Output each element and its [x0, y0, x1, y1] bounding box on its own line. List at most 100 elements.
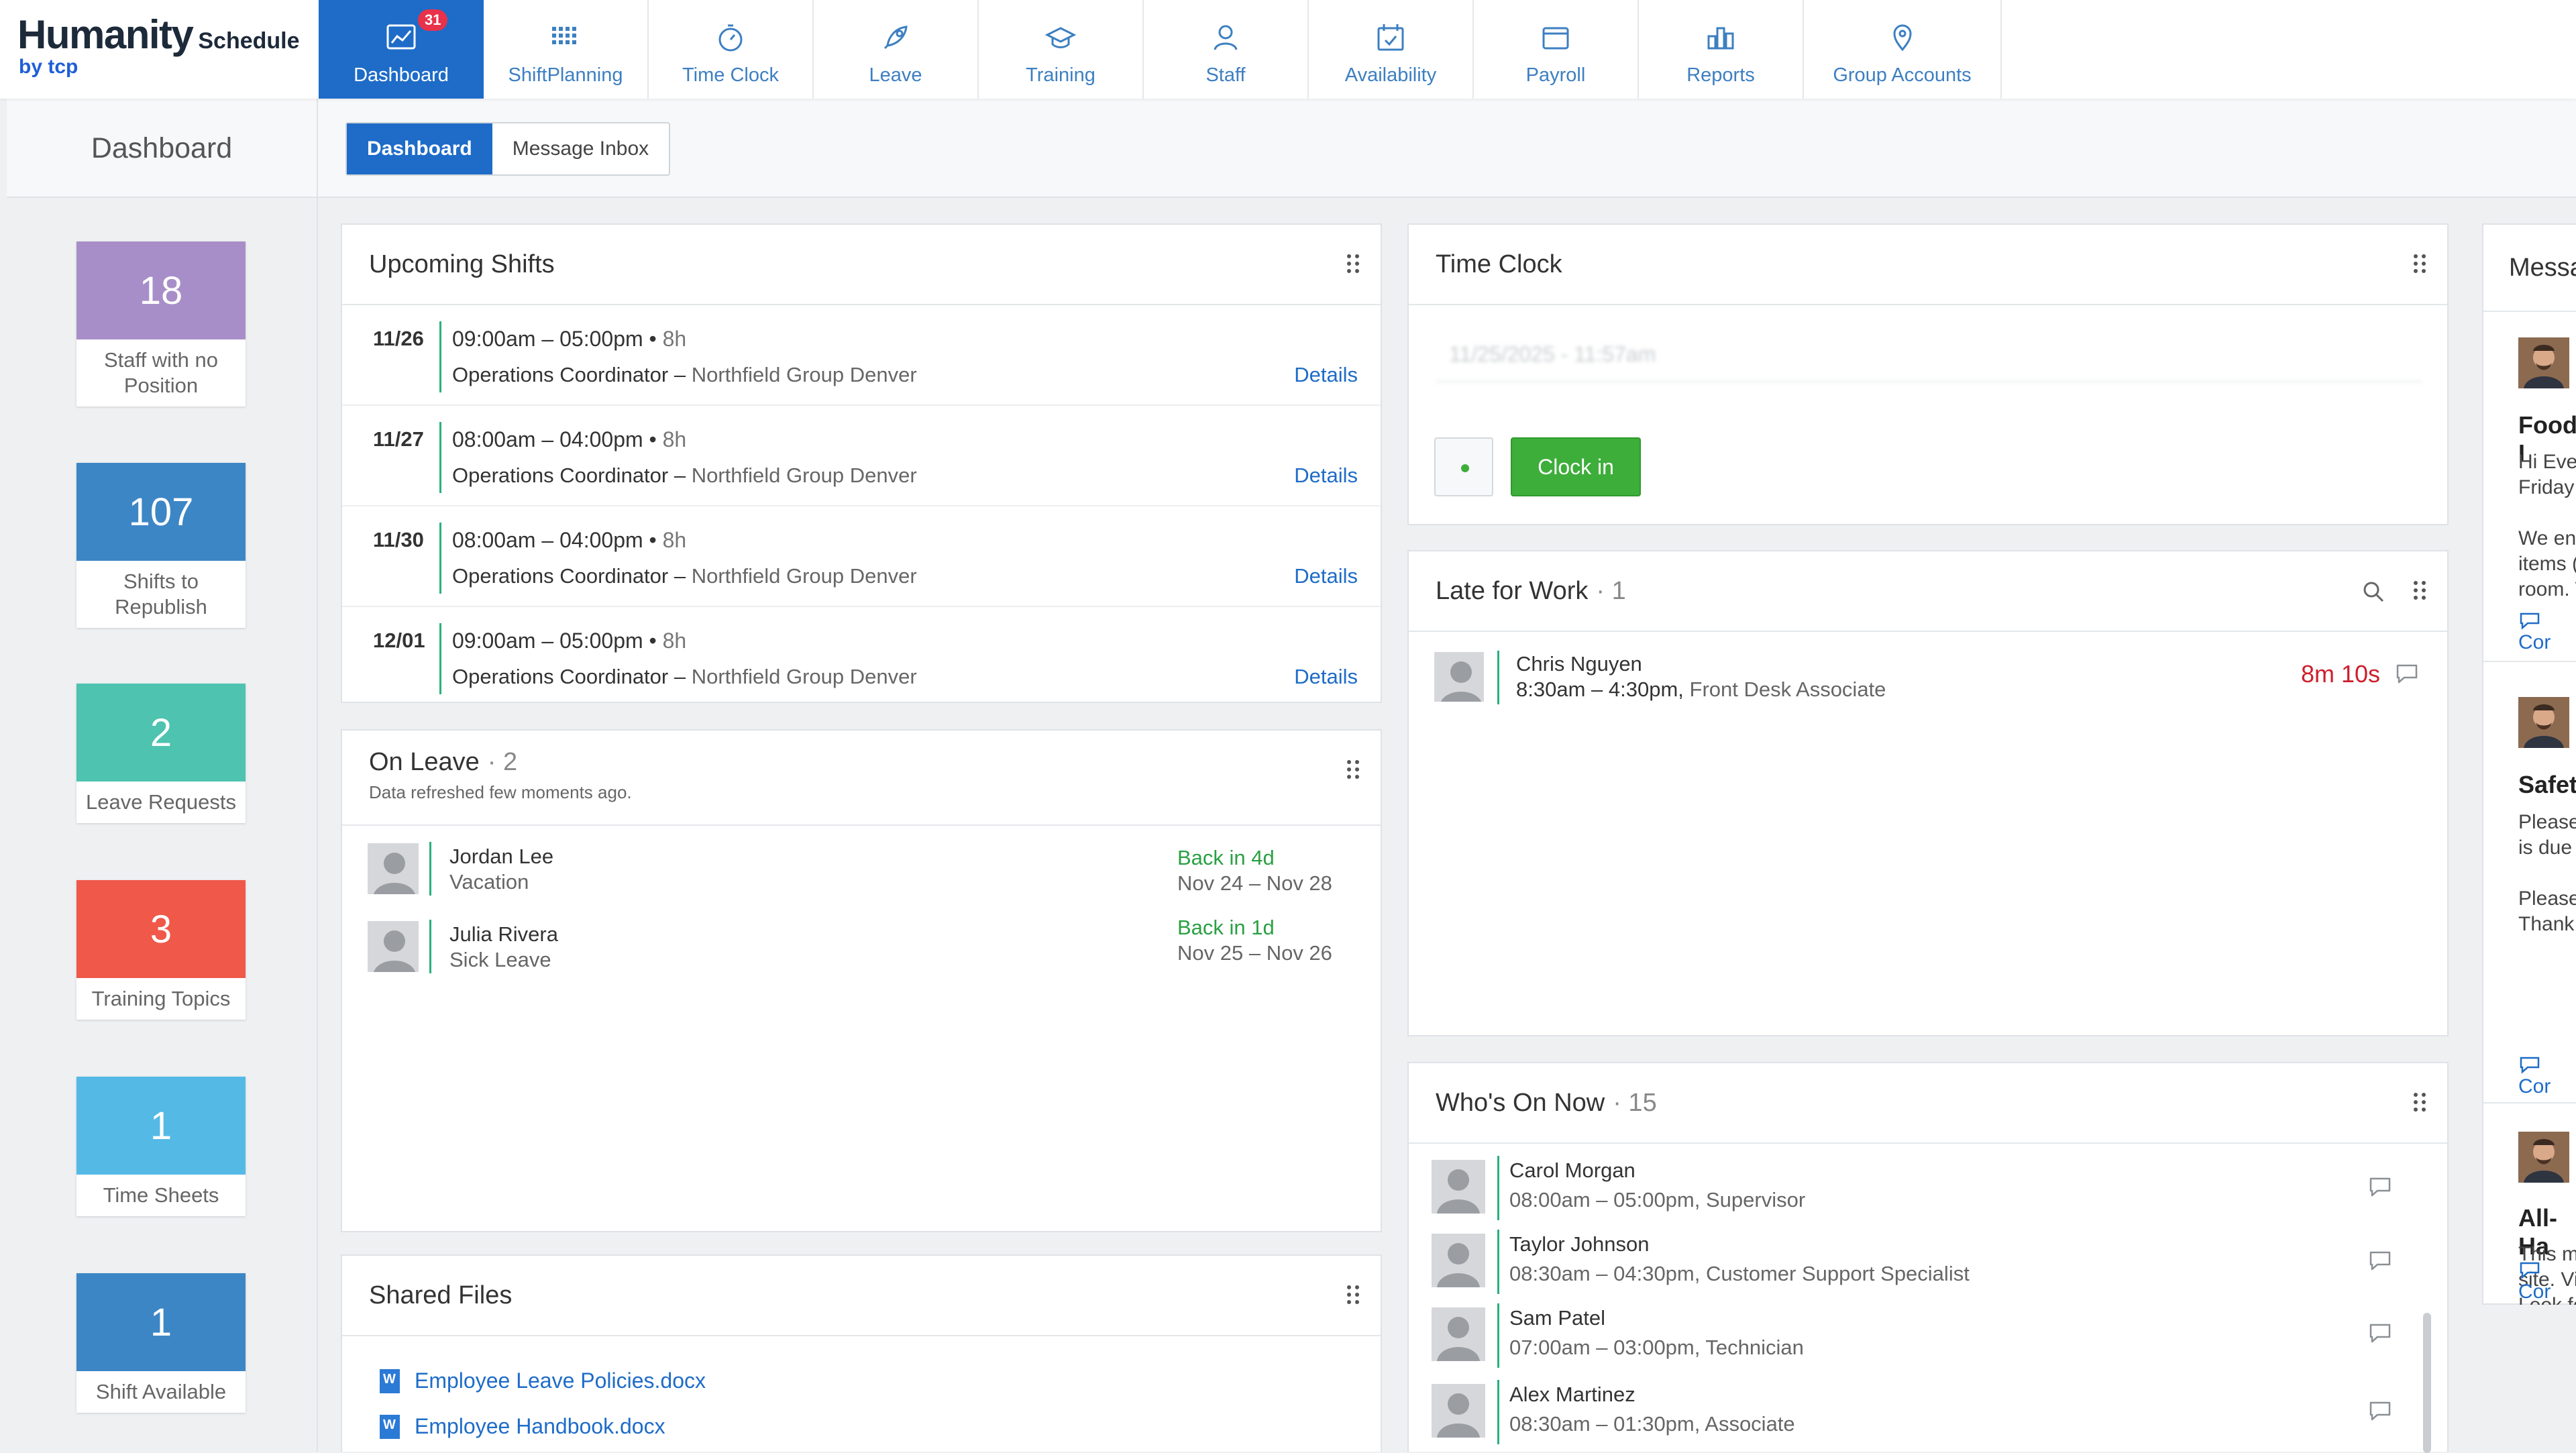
tab-label: Staff: [1205, 64, 1246, 86]
drag-handle-icon[interactable]: [2414, 1093, 2427, 1113]
stat-time-sheets[interactable]: 1 Time Sheets: [76, 1077, 246, 1216]
panel-header: Time Clock: [1409, 225, 2447, 305]
message-line: Please: [2518, 811, 2576, 833]
shift-position: Operations Coordinator: [452, 363, 669, 386]
details-link[interactable]: Details: [1294, 665, 1358, 689]
tab-payroll[interactable]: Payroll: [1474, 0, 1639, 99]
notification-badge: 31: [418, 9, 448, 31]
row-divider: [1497, 1230, 1499, 1294]
chat-bubble-icon[interactable]: [2367, 1399, 2394, 1423]
drag-handle-icon[interactable]: [2414, 581, 2427, 601]
tab-label: Training: [1026, 64, 1095, 86]
stat-label: Time Sheets: [103, 1183, 219, 1207]
tab-group-accounts[interactable]: Group Accounts: [1804, 0, 2002, 99]
stat-label: Shifts to Republish: [115, 570, 207, 618]
message-list: Food I Hi Ever Friday t We end items ( r…: [2483, 312, 2576, 1305]
brand-logo[interactable]: Humanity Schedule by tcp: [0, 0, 319, 99]
comment-link[interactable]: Cor: [2518, 1258, 2576, 1303]
row-divider: [1497, 1380, 1499, 1444]
person-shift: 08:30am – 04:30pm, Customer Support Spec…: [1509, 1262, 1970, 1285]
chat-bubble-icon[interactable]: [2367, 1175, 2394, 1199]
drag-handle-icon[interactable]: [2414, 254, 2427, 274]
shift-duration: 8h: [662, 327, 687, 351]
comment-link[interactable]: Cor: [2518, 608, 2576, 654]
tab-leave[interactable]: Leave: [814, 0, 979, 99]
shift-row: 11/30 08:00am – 04:00pm • 8h Operations …: [342, 506, 1381, 607]
message-line: Hi Ever: [2518, 451, 2576, 473]
shift-time: 08:00am – 04:00pm • 8h: [452, 528, 687, 552]
tab-label: Time Clock: [682, 64, 779, 86]
clock-in-button[interactable]: Clock in: [1511, 437, 1641, 496]
search-icon[interactable]: [2361, 580, 2385, 604]
tab-dashboard[interactable]: 31 Dashboard: [319, 0, 484, 99]
late-for-work-panel: Late for Work · 1 Chris Nguyen 8:30am – 4…: [1407, 550, 2449, 1036]
subheader-tabs: Dashboard Message Inbox: [345, 122, 671, 176]
chat-bubble-icon[interactable]: [2394, 661, 2420, 686]
row-divider: [429, 842, 431, 896]
message-line: is due l: [2518, 837, 2576, 859]
shared-files-panel: Shared Files Employee Leave Policies.doc…: [341, 1254, 1382, 1452]
stat-leave-requests[interactable]: 2 Leave Requests: [76, 684, 246, 823]
message-title[interactable]: Safety: [2518, 771, 2576, 799]
tab-label: Reports: [1686, 64, 1755, 86]
shift-location: Northfield Group Denver: [691, 464, 917, 487]
message-line: We end: [2518, 527, 2576, 549]
drag-handle-icon[interactable]: [1347, 254, 1360, 274]
panel-count: · 2: [487, 748, 518, 776]
tab-availability[interactable]: Availability: [1309, 0, 1474, 99]
stat-training-topics[interactable]: 3 Training Topics: [76, 880, 246, 1020]
panel-header: Late for Work · 1: [1409, 551, 2447, 632]
comment-icon: [2518, 611, 2541, 630]
late-duration: 8m 10s: [2301, 660, 2381, 688]
tab-time-clock[interactable]: Time Clock: [649, 0, 814, 99]
subtab-message-inbox[interactable]: Message Inbox: [492, 123, 669, 174]
chat-bubble-icon[interactable]: [2367, 1248, 2394, 1273]
stat-staff-no-position[interactable]: 18 Staff with no Position: [76, 241, 246, 407]
tab-label: Leave: [869, 64, 922, 86]
leave-name: Julia Rivera: [449, 922, 558, 946]
tab-shiftplanning[interactable]: ShiftPlanning: [484, 0, 649, 99]
stat-shifts-to-republish[interactable]: 107 Shifts to Republish: [76, 463, 246, 628]
wallet-icon: [1536, 17, 1576, 58]
drag-handle-icon[interactable]: [1347, 760, 1360, 780]
shift-time-range: 08:00am – 04:00pm: [452, 528, 643, 552]
chat-bubble-icon[interactable]: [2367, 1321, 2394, 1345]
time-clock-panel: Time Clock 11/25/2025 - 11:57am Clock in: [1407, 223, 2449, 525]
avatar: [1434, 652, 1484, 702]
drag-handle-icon[interactable]: [1347, 1285, 1360, 1305]
shift-divider: [439, 623, 441, 694]
file-link[interactable]: Employee Handbook.docx: [380, 1414, 665, 1439]
messages-panel: Messa Food I Hi Ever Friday t We end ite…: [2482, 223, 2576, 1305]
row-divider: [1497, 1156, 1499, 1220]
brand-name: Humanity: [17, 12, 194, 57]
row-divider: [1497, 651, 1499, 704]
subtab-dashboard[interactable]: Dashboard: [347, 123, 492, 174]
comment-label: Cor: [2518, 1075, 2551, 1097]
status-dot-button[interactable]: [1434, 437, 1493, 496]
tab-training[interactable]: Training: [979, 0, 1144, 99]
person-shift: 08:30am – 01:30pm, Associate: [1509, 1412, 1795, 1436]
graduation-cap-icon: [1040, 17, 1081, 58]
tab-reports[interactable]: Reports: [1639, 0, 1804, 99]
stat-shift-available[interactable]: 1 Shift Available: [76, 1273, 246, 1413]
details-link[interactable]: Details: [1294, 363, 1358, 387]
tab-label: Dashboard: [354, 64, 449, 86]
scrollbar[interactable]: [2423, 1313, 2431, 1453]
divider: [2483, 1102, 2576, 1104]
shift-role: Operations Coordinator – Northfield Grou…: [452, 363, 917, 386]
tab-label: Payroll: [1525, 64, 1586, 86]
stat-label: Leave Requests: [85, 790, 237, 814]
details-link[interactable]: Details: [1294, 464, 1358, 488]
person-name: Taylor Johnson: [1509, 1232, 1650, 1256]
stat-value: 1: [76, 1273, 246, 1371]
message-line: [2518, 500, 2576, 526]
comment-link[interactable]: Cor: [2518, 1053, 2576, 1098]
shift-location: Northfield Group Denver: [691, 564, 917, 588]
shift-position: Operations Coordinator: [452, 464, 669, 487]
tab-staff[interactable]: Staff: [1144, 0, 1309, 99]
tab-label: ShiftPlanning: [508, 64, 623, 86]
file-link[interactable]: Employee Leave Policies.docx: [380, 1368, 706, 1393]
shift-duration: 8h: [662, 528, 687, 552]
late-role: Front Desk Associate: [1689, 678, 1886, 701]
details-link[interactable]: Details: [1294, 564, 1358, 588]
